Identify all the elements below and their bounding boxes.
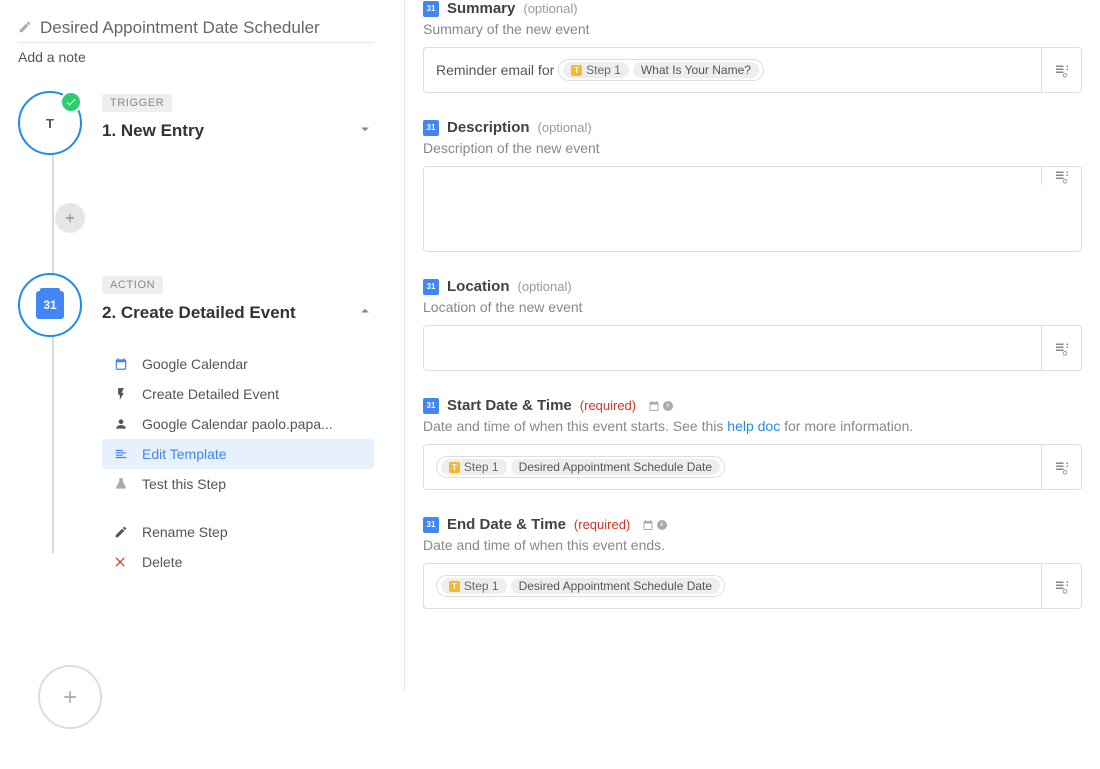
start-label: Start Date & Time [447, 397, 572, 414]
substep-test[interactable]: Test this Step [102, 469, 374, 499]
summary-pill[interactable]: TStep 1 What Is Your Name? [558, 59, 764, 81]
end-required-tag: (required) [574, 517, 630, 532]
add-note-link[interactable]: Add a note [18, 49, 374, 65]
form-panel: 31 Summary (optional) Summary of the new… [405, 0, 1100, 691]
summary-text: Reminder email for [436, 62, 554, 78]
flask-icon [112, 477, 130, 491]
description-insert-button[interactable] [1041, 167, 1081, 185]
summary-optional-tag: (optional) [523, 1, 577, 16]
field-description: 31 Description (optional) Description of… [423, 119, 1082, 252]
step-2-tag: ACTION [102, 276, 163, 294]
step-1-node[interactable]: T [18, 91, 82, 155]
location-label: Location [447, 278, 510, 295]
substep-delete[interactable]: Delete [102, 547, 374, 577]
start-help: Date and time of when this event starts.… [423, 418, 1082, 434]
chevron-up-icon [356, 302, 374, 323]
chevron-down-icon [356, 120, 374, 141]
location-help: Location of the new event [423, 299, 1082, 315]
substep-delete-label: Delete [142, 554, 364, 570]
calendar-icon: 31 [36, 291, 64, 319]
start-required-tag: (required) [580, 398, 636, 413]
pencil-small-icon [112, 525, 130, 539]
location-input[interactable] [423, 325, 1082, 371]
location-insert-button[interactable] [1041, 326, 1081, 370]
calendar-badge-icon: 31 [423, 517, 439, 533]
location-optional-tag: (optional) [518, 279, 572, 294]
field-start: 31 Start Date & Time (required) Date and… [423, 397, 1082, 490]
substep-app[interactable]: Google Calendar [102, 349, 374, 379]
end-label: End Date & Time [447, 516, 566, 533]
calendar-badge-icon: 31 [423, 120, 439, 136]
step-1-title: 1. New Entry [102, 121, 204, 141]
flow-title: Desired Appointment Date Scheduler [40, 18, 320, 38]
step-1-tag: TRIGGER [102, 94, 172, 112]
step-2: 31 ACTION 2. Create Detailed Event Googl… [18, 273, 374, 577]
end-help: Date and time of when this event ends. [423, 537, 1082, 553]
calendar-badge-icon: 31 [423, 279, 439, 295]
summary-insert-button[interactable] [1041, 48, 1081, 92]
check-icon [60, 91, 82, 113]
substep-action-label: Create Detailed Event [142, 386, 364, 402]
add-step-end[interactable] [38, 665, 102, 729]
substep-account[interactable]: Google Calendar paolo.papa... [102, 409, 374, 439]
field-location: 31 Location (optional) Location of the n… [423, 278, 1082, 371]
help-doc-link[interactable]: help doc [727, 418, 780, 434]
description-input[interactable] [423, 166, 1082, 252]
add-step-between[interactable] [55, 203, 85, 233]
pencil-icon [18, 20, 32, 37]
x-icon [112, 555, 130, 569]
description-label: Description [447, 119, 530, 136]
clock-mini-icon [656, 519, 668, 531]
substep-test-label: Test this Step [142, 476, 364, 492]
person-icon [112, 417, 130, 431]
end-pill[interactable]: TStep 1 Desired Appointment Schedule Dat… [436, 575, 725, 597]
substep-account-label: Google Calendar paolo.papa... [142, 416, 364, 432]
start-pill[interactable]: TStep 1 Desired Appointment Schedule Dat… [436, 456, 725, 478]
substep-app-label: Google Calendar [142, 356, 364, 372]
bolt-icon [112, 387, 130, 401]
substep-action[interactable]: Create Detailed Event [102, 379, 374, 409]
datetime-icons [642, 519, 668, 531]
end-input[interactable]: TStep 1 Desired Appointment Schedule Dat… [423, 563, 1082, 609]
substep-rename[interactable]: Rename Step [102, 517, 374, 547]
step-2-header[interactable]: 2. Create Detailed Event [102, 302, 374, 323]
date-mini-icon [648, 400, 660, 412]
end-insert-button[interactable] [1041, 564, 1081, 608]
step-2-title: 2. Create Detailed Event [102, 303, 296, 323]
calendar-badge-icon: 31 [423, 398, 439, 414]
template-icon [112, 447, 130, 461]
start-input[interactable]: TStep 1 Desired Appointment Schedule Dat… [423, 444, 1082, 490]
field-summary: 31 Summary (optional) Summary of the new… [423, 0, 1082, 93]
substep-template[interactable]: Edit Template [102, 439, 374, 469]
clock-mini-icon [662, 400, 674, 412]
description-optional-tag: (optional) [538, 120, 592, 135]
description-help: Description of the new event [423, 140, 1082, 156]
step-1-letter: T [36, 109, 64, 137]
calendar-badge-icon: 31 [423, 1, 439, 17]
step-2-node[interactable]: 31 [18, 273, 82, 337]
start-insert-button[interactable] [1041, 445, 1081, 489]
date-mini-icon [642, 519, 654, 531]
datetime-icons [648, 400, 674, 412]
summary-help: Summary of the new event [423, 21, 1082, 37]
step-2-substeps: Google Calendar Create Detailed Event Go… [102, 349, 374, 577]
step-1-header[interactable]: 1. New Entry [102, 120, 374, 141]
step-1: T TRIGGER 1. New Entry [18, 91, 374, 155]
flow-title-row[interactable]: Desired Appointment Date Scheduler [18, 18, 374, 43]
summary-label: Summary [447, 0, 515, 17]
field-end: 31 End Date & Time (required) Date and t… [423, 516, 1082, 609]
sidebar: Desired Appointment Date Scheduler Add a… [0, 0, 405, 691]
calendar-small-icon [112, 357, 130, 371]
substep-template-label: Edit Template [142, 446, 364, 462]
substep-rename-label: Rename Step [142, 524, 364, 540]
summary-input[interactable]: Reminder email for TStep 1 What Is Your … [423, 47, 1082, 93]
